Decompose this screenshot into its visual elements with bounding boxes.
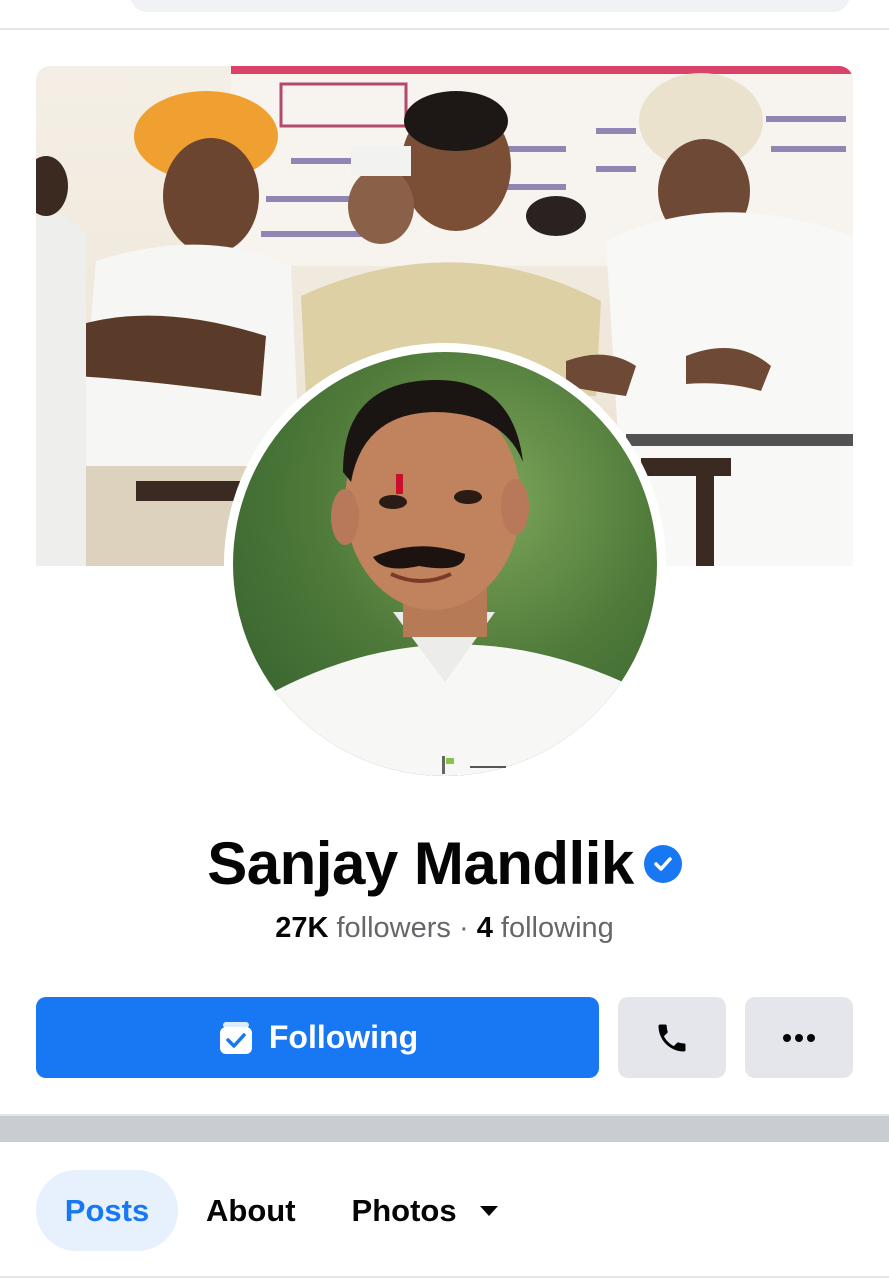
follow-stats: 27K followers · 4 following [0, 912, 889, 952]
call-button[interactable] [618, 997, 726, 1078]
following-label[interactable]: following [501, 912, 614, 944]
following-button[interactable]: Following [36, 997, 599, 1078]
tab-photos-label: Photos [351, 1192, 457, 1228]
followers-count[interactable]: 27K [275, 912, 328, 944]
tab-photos[interactable]: Photos [324, 1170, 527, 1251]
profile-page: Sanjay Mandlik 27K followers · 4 followi… [0, 0, 889, 1280]
more-dots-icon [783, 1033, 815, 1042]
followers-label[interactable]: followers [336, 912, 450, 944]
camera-edit-icon [442, 756, 506, 774]
search-field-edge[interactable] [130, 0, 850, 12]
top-search-bar [0, 0, 889, 30]
following-button-label: Following [268, 1019, 419, 1055]
phone-icon [658, 1024, 686, 1051]
section-divider [0, 1114, 889, 1142]
caret-down-icon [479, 1205, 498, 1216]
tab-posts[interactable]: Posts [36, 1170, 178, 1251]
profile-name-row: Sanjay Mandlik [0, 828, 889, 898]
profile-name: Sanjay Mandlik [207, 829, 634, 897]
stats-separator: · [458, 912, 469, 944]
verified-badge-icon [643, 845, 682, 883]
profile-avatar[interactable] [233, 352, 657, 776]
more-options-button[interactable] [745, 997, 853, 1078]
tab-about[interactable]: About [178, 1170, 324, 1251]
following-check-icon [219, 1021, 252, 1054]
tabs-bottom-border [0, 1276, 889, 1278]
following-count[interactable]: 4 [477, 912, 493, 944]
profile-tabs: Posts About Photos [36, 1170, 527, 1251]
